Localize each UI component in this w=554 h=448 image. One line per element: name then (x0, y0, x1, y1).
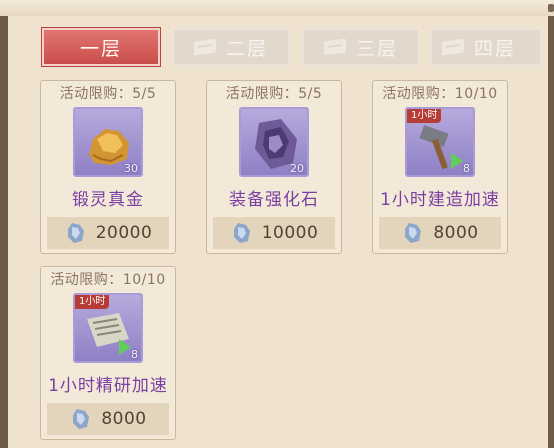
shop-item-card[interactable]: 活动限购：5/5 20 装备强化石 10000 (206, 80, 342, 254)
item-name: 1小时建造加速 (380, 190, 500, 210)
item-count: 20 (290, 162, 304, 175)
item-slot: 1小时 8 (405, 107, 475, 177)
tab-floor-1[interactable]: 一层 (42, 28, 160, 66)
item-count: 8 (131, 348, 138, 361)
item-count: 8 (463, 162, 470, 175)
purchase-limit: 活动限购：5/5 (59, 86, 157, 102)
purchase-limit: 活动限购：10/10 (382, 86, 498, 102)
price-value: 10000 (261, 223, 319, 243)
crystal-currency-icon (405, 223, 422, 243)
item-slot: 30 (73, 107, 143, 177)
crystal-currency-icon (73, 409, 90, 429)
shop-item-card[interactable]: 活动限购：10/10 1小时 8 1小时精研加速 8000 (40, 266, 176, 440)
item-slot: 20 (239, 107, 309, 177)
price-value: 8000 (101, 409, 147, 429)
crystal-currency-icon (67, 223, 84, 243)
tab-label: 四层 (474, 37, 517, 60)
tab-label: 一层 (79, 37, 122, 60)
shop-item-card[interactable]: 活动限购：10/10 1小时 8 1小时建造加速 8000 (372, 80, 508, 254)
price-button[interactable]: 8000 (379, 217, 501, 249)
lock-icon (323, 38, 346, 56)
duration-tag: 1小时 (75, 295, 110, 309)
item-name: 1小时精研加速 (48, 376, 168, 396)
item-slot: 1小时 8 (73, 293, 143, 363)
price-value: 20000 (95, 223, 153, 243)
top-border (0, 0, 554, 16)
lock-icon (442, 38, 464, 56)
tab-floor-4[interactable]: 四层 (430, 28, 542, 66)
tab-label: 二层 (225, 37, 268, 60)
purchase-limit: 活动限购：5/5 (225, 86, 323, 102)
corner-ornament (548, 4, 554, 12)
shop-item-card[interactable]: 活动限购：5/5 30 锻灵真金 20000 (40, 80, 176, 254)
item-count: 30 (124, 162, 138, 175)
purchase-limit: 活动限购：10/10 (50, 272, 166, 288)
lock-icon (193, 38, 216, 56)
crystal-currency-icon (233, 223, 250, 243)
tab-floor-3[interactable]: 三层 (302, 28, 420, 66)
tab-label: 三层 (355, 37, 398, 60)
price-value: 8000 (433, 223, 479, 243)
price-button[interactable]: 20000 (47, 217, 169, 249)
price-button[interactable]: 10000 (213, 217, 335, 249)
price-button[interactable]: 8000 (47, 403, 169, 435)
duration-tag: 1小时 (407, 109, 442, 123)
item-name: 锻灵真金 (72, 190, 144, 210)
tab-floor-2[interactable]: 二层 (172, 28, 290, 66)
item-name: 装备强化石 (229, 190, 319, 210)
